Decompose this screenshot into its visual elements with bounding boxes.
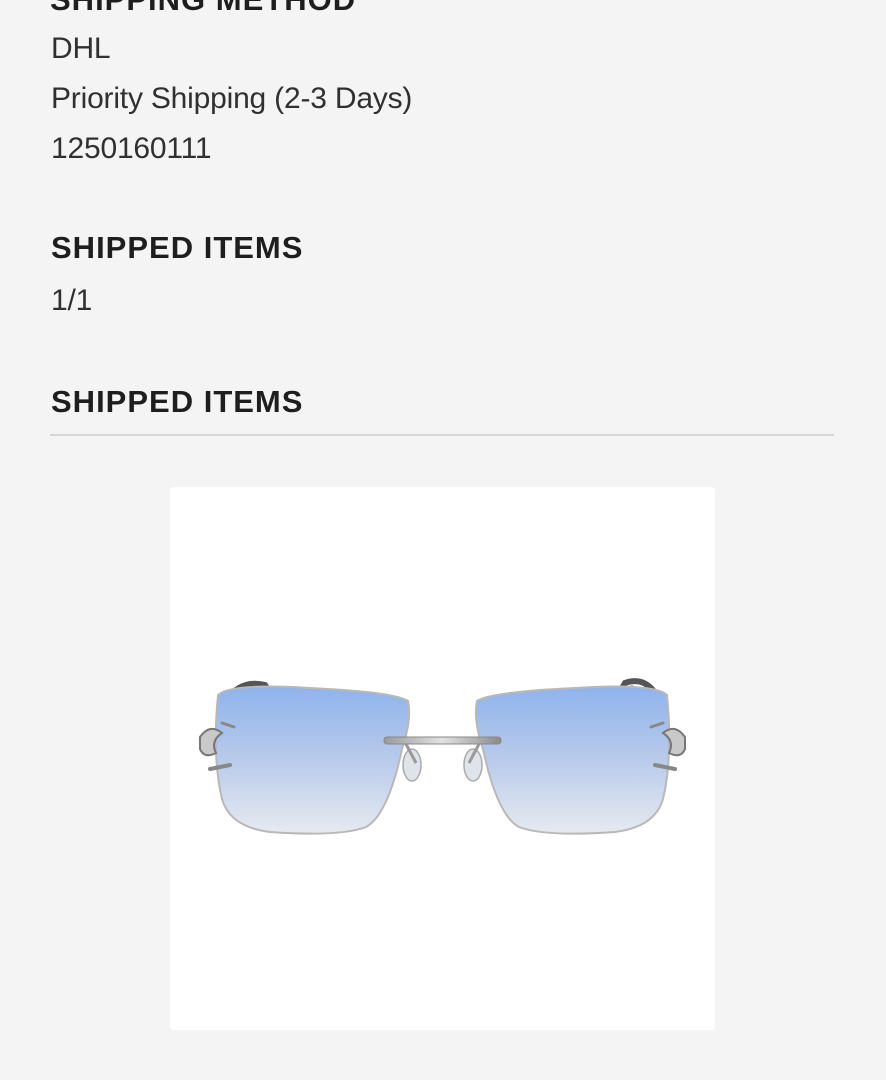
shipped-item-card[interactable] xyxy=(170,487,715,1030)
shipping-method-heading: SHIPPING METHOD xyxy=(50,0,356,18)
section-divider xyxy=(50,434,834,436)
shipping-service: Priority Shipping (2-3 Days) xyxy=(51,82,413,115)
shipped-items-count: 1/1 xyxy=(51,284,93,317)
tracking-number: 1250160111 xyxy=(51,132,212,165)
sunglasses-product-image[interactable] xyxy=(170,487,715,1030)
shipped-items-count-heading: SHIPPED ITEMS xyxy=(51,230,304,265)
shipping-carrier: DHL xyxy=(51,32,111,65)
right-lens xyxy=(474,685,671,835)
left-lens xyxy=(214,685,411,835)
shipped-items-heading: SHIPPED ITEMS xyxy=(51,384,304,419)
